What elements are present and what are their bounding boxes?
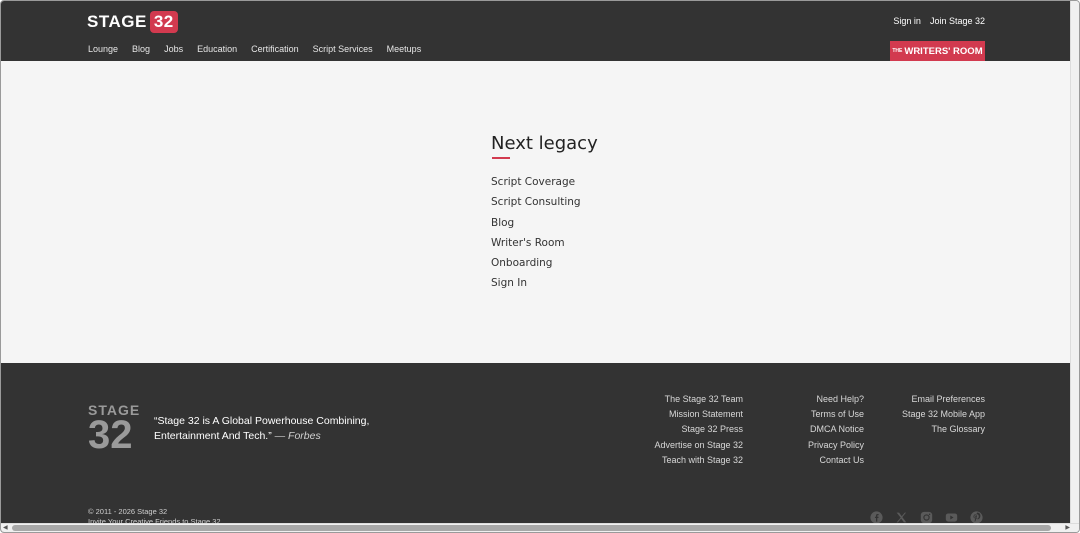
scroll-right-arrow-icon[interactable]: ▶ xyxy=(1065,524,1070,532)
sign-in-link[interactable]: Sign in xyxy=(893,16,921,26)
nav-lounge[interactable]: Lounge xyxy=(88,44,118,54)
stage32-logo[interactable]: STAGE 32 xyxy=(87,11,178,33)
site-header: STAGE 32 Lounge Blog Jobs Education Cert… xyxy=(1,1,1072,61)
quote-source: — Forbes xyxy=(274,430,321,442)
main-nav: Lounge Blog Jobs Education Certification… xyxy=(88,44,421,54)
logo-number: 32 xyxy=(149,11,178,33)
account-links: Sign in Join Stage 32 xyxy=(893,16,985,26)
forbes-quote: “Stage 32 is A Global Powerhouse Combini… xyxy=(154,414,384,444)
title-underline xyxy=(492,157,510,159)
footer-column-more: Email Preferences Stage 32 Mobile App Th… xyxy=(902,394,985,440)
scroll-left-arrow-icon[interactable]: ◀ xyxy=(3,524,8,532)
page-link-list: Script Coverage Script Consulting Blog W… xyxy=(491,175,581,297)
writers-room-button[interactable]: THE WRITERS' ROOM xyxy=(890,41,985,61)
link-onboarding[interactable]: Onboarding xyxy=(491,256,581,276)
footer-link-press[interactable]: Stage 32 Press xyxy=(654,424,743,439)
nav-education[interactable]: Education xyxy=(197,44,237,54)
nav-script-services[interactable]: Script Services xyxy=(313,44,373,54)
footer-link-glossary[interactable]: The Glossary xyxy=(902,424,985,439)
footer-link-privacy[interactable]: Privacy Policy xyxy=(808,440,864,455)
nav-blog[interactable]: Blog xyxy=(132,44,150,54)
writers-room-prefix: THE xyxy=(892,48,903,54)
site-footer: STAGE 32 “Stage 32 is A Global Powerhous… xyxy=(1,363,1072,532)
browser-frame: STAGE 32 Lounge Blog Jobs Education Cert… xyxy=(0,0,1080,533)
quote-text: “Stage 32 is A Global Powerhouse Combini… xyxy=(154,415,370,442)
footer-link-teach[interactable]: Teach with Stage 32 xyxy=(654,455,743,470)
footer-link-mission[interactable]: Mission Statement xyxy=(654,409,743,424)
writers-room-label: WRITERS' ROOM xyxy=(904,45,983,57)
logo-text: STAGE xyxy=(87,12,147,31)
copyright-text: © 2011 - 2026 Stage 32 xyxy=(88,507,168,516)
footer-logo[interactable]: STAGE 32 xyxy=(88,403,140,455)
nav-certification[interactable]: Certification xyxy=(251,44,299,54)
link-script-consulting[interactable]: Script Consulting xyxy=(491,195,581,215)
horizontal-scroll-thumb[interactable] xyxy=(12,525,1051,531)
nav-meetups[interactable]: Meetups xyxy=(387,44,422,54)
footer-link-email-preferences[interactable]: Email Preferences xyxy=(902,394,985,409)
footer-column-help: Need Help? Terms of Use DMCA Notice Priv… xyxy=(808,394,864,470)
footer-link-terms[interactable]: Terms of Use xyxy=(808,409,864,424)
footer-logo-number: 32 xyxy=(88,413,133,457)
link-sign-in[interactable]: Sign In xyxy=(491,276,581,296)
main-content: Next legacy Script Coverage Script Consu… xyxy=(1,61,1072,363)
nav-jobs[interactable]: Jobs xyxy=(164,44,183,54)
footer-link-advertise[interactable]: Advertise on Stage 32 xyxy=(654,440,743,455)
footer-link-help[interactable]: Need Help? xyxy=(808,394,864,409)
footer-link-team[interactable]: The Stage 32 Team xyxy=(654,394,743,409)
link-script-coverage[interactable]: Script Coverage xyxy=(491,175,581,195)
join-link[interactable]: Join Stage 32 xyxy=(930,16,985,26)
footer-link-contact[interactable]: Contact Us xyxy=(808,455,864,470)
footer-link-dmca[interactable]: DMCA Notice xyxy=(808,424,864,439)
link-writers-room[interactable]: Writer's Room xyxy=(491,236,581,256)
horizontal-scrollbar[interactable]: ◀ ▶ xyxy=(1,523,1079,532)
footer-link-mobile-app[interactable]: Stage 32 Mobile App xyxy=(902,409,985,424)
link-blog[interactable]: Blog xyxy=(491,216,581,236)
vertical-scrollbar[interactable] xyxy=(1070,1,1079,525)
page-title: Next legacy xyxy=(491,133,598,154)
footer-column-about: The Stage 32 Team Mission Statement Stag… xyxy=(654,394,743,470)
